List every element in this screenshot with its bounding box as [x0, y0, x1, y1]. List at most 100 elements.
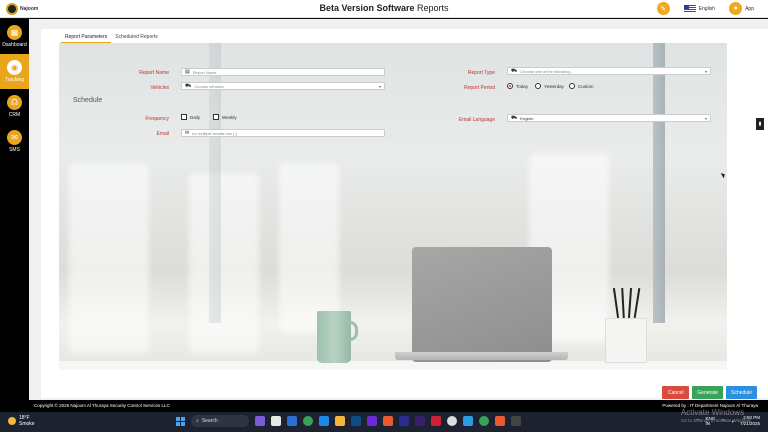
copyright-text: Copyright © 2025 Najoom Al Thuraya Secur… — [34, 403, 170, 408]
os-taskbar: 18°F Smoke ⌕ Search ⌃ ENG IN ◠ ◖ 2:50 PM… — [0, 412, 768, 432]
app-icon[interactable] — [431, 416, 441, 426]
location-pin-icon: ◉ — [7, 60, 22, 75]
notification-icon[interactable]: ✎ — [656, 2, 670, 15]
top-right-controls: ✎ English ● App — [656, 2, 754, 15]
reports-panel: Report Parameters Scheduled Reports Repo… — [41, 29, 768, 399]
premiere-icon[interactable] — [415, 416, 425, 426]
report-type-placeholder: Choose one of the following... — [520, 68, 573, 74]
today-label: Today — [516, 83, 529, 89]
custom-radio[interactable] — [569, 83, 575, 89]
yesterday-radio[interactable] — [535, 83, 541, 89]
us-flag-icon — [683, 4, 696, 13]
chevron-down-icon: ▾ — [704, 115, 707, 121]
main-area: Report Parameters Scheduled Reports Repo… — [29, 19, 768, 400]
vehicles-placeholder: Choose vehicles — [194, 83, 224, 89]
daily-label: Daily — [190, 114, 201, 120]
report-type-select[interactable]: ⛟ Choose one of the following... ▾ — [507, 67, 711, 75]
title-rest: Reports — [414, 3, 449, 13]
sidebar-item-label: CRM — [8, 112, 21, 118]
app-icon[interactable] — [495, 416, 505, 426]
activate-windows-watermark: Activate Windows Go to Settings to activ… — [681, 409, 752, 425]
taskbar-search[interactable]: ⌕ Search — [191, 415, 249, 427]
email-language-value: English — [520, 115, 534, 121]
pen-cup-image — [605, 318, 647, 363]
period-today-option[interactable]: Today — [507, 83, 528, 89]
user-icon: ● — [729, 2, 743, 15]
app-icon[interactable] — [447, 416, 457, 426]
app-menu[interactable]: ● App — [729, 2, 754, 15]
report-name-placeholder: Report Name — [192, 69, 217, 75]
sidebar-item-dashboard[interactable]: ▦ Dashboard — [0, 19, 29, 54]
dashboard-icon: ▦ — [7, 25, 22, 40]
chrome-icon[interactable] — [479, 416, 489, 426]
search-icon: ⌕ — [196, 418, 199, 424]
tab-report-parameters[interactable]: Report Parameters — [61, 32, 112, 43]
side-toggle-tab[interactable]: ▮ — [756, 118, 764, 130]
app-icon[interactable] — [511, 416, 521, 426]
illustrator-icon[interactable] — [383, 416, 393, 426]
windows-start-icon[interactable] — [176, 416, 185, 426]
vehicles-select[interactable]: ⛟ Choose vehicles ▾ — [181, 82, 385, 90]
action-buttons: Cancel Generate Schedule — [662, 386, 757, 399]
report-name-label: Report Name — [139, 70, 169, 76]
weekly-checkbox[interactable] — [213, 114, 219, 120]
report-tabs: Report Parameters Scheduled Reports — [61, 32, 162, 43]
weekly-label: Weekly — [222, 114, 237, 120]
period-custom-option[interactable]: Custom — [569, 83, 594, 89]
email-input[interactable]: ✉ for multiple emails use (,) — [181, 129, 385, 137]
chrome-icon[interactable] — [303, 416, 313, 426]
app-footer: Copyright © 2025 Najoom Al Thuraya Secur… — [0, 400, 768, 412]
frequency-weekly-option[interactable]: Weekly — [213, 114, 237, 120]
email-label: Email — [156, 131, 169, 137]
sidebar-item-label: Dashboard — [2, 42, 27, 48]
edge-icon[interactable] — [319, 416, 329, 426]
app-icon[interactable] — [463, 416, 473, 426]
laptop-image — [412, 247, 552, 362]
app-icon[interactable] — [287, 416, 297, 426]
app-icon[interactable] — [367, 416, 377, 426]
after-effects-icon[interactable] — [399, 416, 409, 426]
watermark-sub: Go to Settings to activate Windows. — [680, 418, 752, 423]
frequency-daily-option[interactable]: Daily — [181, 114, 200, 120]
sidebar: ▦ Dashboard ◉ Tracking ☊ CRM ✉ SMS — [0, 19, 29, 400]
report-period-label: Report Period — [464, 85, 495, 91]
title-bold: Beta Version Software — [319, 3, 415, 13]
period-yesterday-option[interactable]: Yesterday — [535, 83, 564, 89]
frequency-label: Frequency — [145, 116, 169, 122]
report-name-input[interactable]: ▤ Report Name — [181, 68, 385, 76]
app-icon[interactable] — [271, 416, 281, 426]
cancel-button[interactable]: Cancel — [662, 386, 690, 399]
sidebar-item-crm[interactable]: ☊ CRM — [0, 89, 29, 124]
daily-checkbox[interactable] — [181, 114, 187, 120]
tab-scheduled-reports[interactable]: Scheduled Reports — [111, 32, 162, 43]
weather-widget[interactable]: 18°F Smoke — [8, 415, 35, 427]
schedule-button[interactable]: Schedule — [726, 386, 757, 399]
weather-icon — [8, 417, 16, 425]
folder-icon[interactable] — [335, 416, 345, 426]
app-icon[interactable] — [255, 416, 265, 426]
email-language-label: Email Language — [458, 117, 495, 123]
language-selector[interactable]: English — [683, 4, 716, 13]
mug-image — [317, 311, 351, 363]
language-label: English — [698, 5, 716, 12]
schedule-title: Schedule — [73, 97, 103, 104]
top-bar: Najoom Beta Version Software Reports ✎ E… — [0, 0, 768, 18]
language-icon: ⛟ — [511, 114, 518, 121]
taskbar-apps: ⌕ Search — [176, 415, 521, 427]
email-language-select[interactable]: ⛟ English ▾ — [507, 114, 711, 122]
sidebar-item-tracking[interactable]: ◉ Tracking — [0, 54, 29, 89]
chevron-down-icon: ▾ — [378, 83, 381, 89]
page-title: Beta Version Software Reports — [0, 3, 768, 13]
photoshop-icon[interactable] — [351, 416, 361, 426]
app-label: App — [745, 5, 754, 12]
watermark-title: Activate Windows — [680, 408, 745, 417]
vehicles-label: Vehicles — [150, 85, 169, 91]
today-radio[interactable] — [507, 83, 513, 89]
generate-button[interactable]: Generate — [692, 386, 724, 399]
weather-text: Smoke — [19, 421, 35, 427]
email-placeholder: for multiple emails use (,) — [192, 130, 237, 136]
sidebar-item-sms[interactable]: ✉ SMS — [0, 124, 29, 159]
report-type-label: Report Type — [467, 70, 495, 76]
sidebar-item-label: SMS — [9, 147, 20, 153]
search-label: Search — [201, 418, 218, 424]
